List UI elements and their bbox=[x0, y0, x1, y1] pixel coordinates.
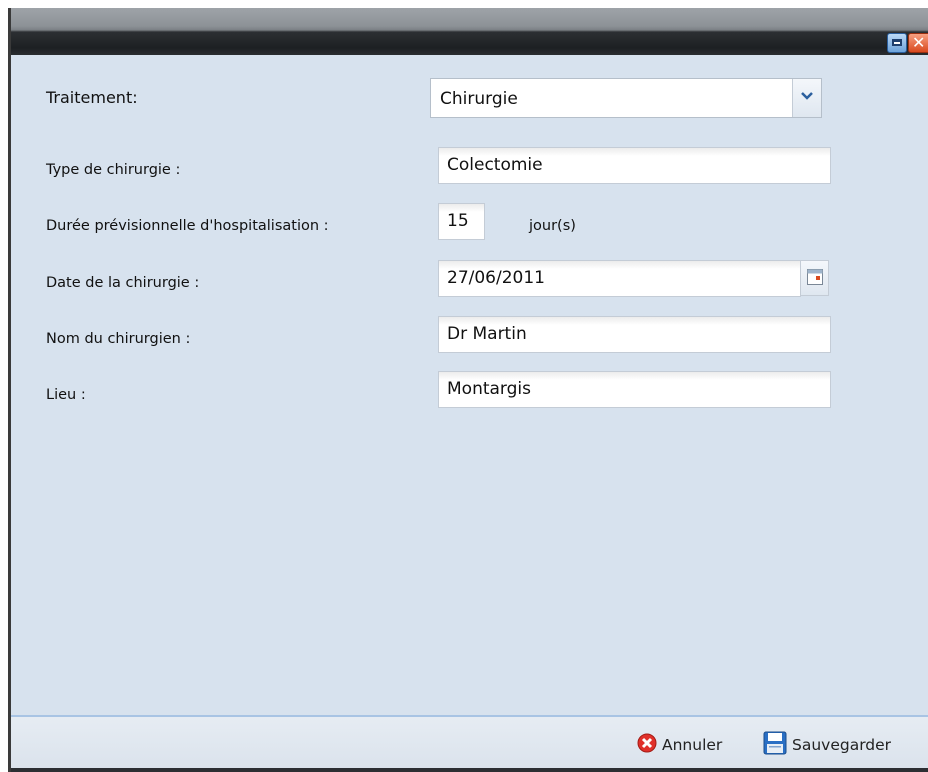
chirurgien-label: Nom du chirurgien : bbox=[46, 331, 191, 347]
cancel-icon bbox=[637, 733, 657, 757]
duree-label: Durée prévisionnelle d'hospitalisation : bbox=[46, 218, 329, 234]
window-bottom-border bbox=[11, 768, 928, 772]
chevron-down-icon[interactable] bbox=[792, 79, 821, 117]
calendar-icon[interactable] bbox=[800, 260, 829, 296]
type-chirurgie-field[interactable]: Colectomie bbox=[438, 147, 831, 184]
traitement-label: Traitement: bbox=[46, 88, 138, 107]
save-label: Sauvegarder bbox=[792, 736, 892, 754]
title-bar[interactable]: ✕ bbox=[8, 8, 928, 55]
type-chirurgie-label: Type de chirurgie : bbox=[46, 162, 181, 178]
save-icon bbox=[763, 731, 787, 759]
cancel-label: Annuler bbox=[662, 736, 723, 754]
chirurgien-field[interactable]: Dr Martin bbox=[438, 316, 831, 353]
close-icon[interactable]: ✕ bbox=[908, 33, 928, 53]
lieu-field[interactable]: Montargis bbox=[438, 371, 831, 408]
traitement-select[interactable]: Chirurgie bbox=[430, 78, 822, 118]
restore-icon[interactable] bbox=[887, 33, 907, 53]
date-label: Date de la chirurgie : bbox=[46, 275, 200, 291]
dialog-window: ✕ Traitement: Chirurgie Type de chirurgi… bbox=[0, 0, 928, 772]
duree-unit: jour(s) bbox=[529, 218, 576, 234]
date-field[interactable]: 27/06/2011 bbox=[438, 260, 801, 297]
traitement-select-value: Chirurgie bbox=[440, 89, 518, 109]
save-button[interactable]: Sauvegarder bbox=[763, 731, 892, 759]
footer-toolbar: Annuler Sauvegarder bbox=[11, 715, 928, 768]
lieu-label: Lieu : bbox=[46, 387, 86, 403]
cancel-button[interactable]: Annuler bbox=[637, 732, 722, 758]
duree-field[interactable]: 15 bbox=[438, 203, 485, 240]
